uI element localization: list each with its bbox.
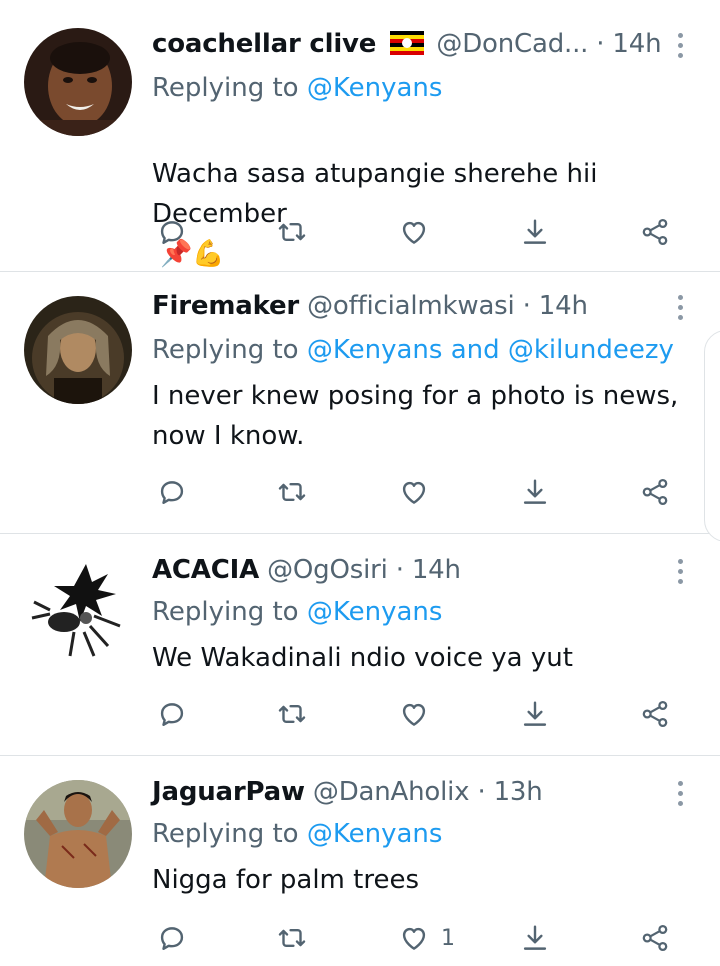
timestamp[interactable]: · 14h [396, 555, 461, 585]
timestamp[interactable]: · 14h [523, 291, 588, 321]
replying-to: Replying to @Kenyans [152, 71, 442, 105]
tweet-header: ACACIA @OgOsiri · 14h [152, 553, 461, 587]
share-icon [523, 925, 547, 950]
retweet-button[interactable] [275, 918, 309, 958]
reply-button[interactable] [155, 694, 189, 734]
tweet-header: JaguarPaw @DanAholix · 13h [152, 775, 543, 809]
replying-to: Replying to @Kenyans [152, 817, 442, 851]
replying-to: Replying to @Kenyans and @kilundeezy [152, 333, 674, 367]
action-bar [0, 472, 720, 512]
reply-icon [160, 703, 184, 726]
reply-icon [160, 927, 184, 950]
retweet-button[interactable] [275, 472, 309, 512]
timestamp[interactable]: · 13h [477, 777, 542, 807]
retweet-icon [278, 929, 306, 947]
reply-icon [160, 481, 184, 504]
share-button[interactable] [518, 918, 552, 958]
display-name[interactable]: coachellar clive [152, 29, 376, 59]
like-icon [402, 221, 426, 244]
like-button[interactable] [397, 212, 431, 252]
like-button[interactable] [397, 694, 431, 734]
avatar-image [24, 780, 132, 888]
more-icon[interactable] [676, 295, 684, 320]
handle[interactable]: @DanAholix [313, 777, 470, 807]
share-icon [523, 701, 547, 726]
reply-button[interactable] [155, 918, 189, 958]
mention-link[interactable]: @Kenyans [307, 597, 443, 627]
display-name[interactable]: Firemaker [152, 291, 299, 321]
replying-to-label: Replying to [152, 819, 307, 849]
avatar[interactable] [24, 28, 132, 136]
timestamp[interactable]: · 14h [596, 29, 661, 59]
replying-to-label: Replying to [152, 335, 307, 365]
share-icon [523, 219, 547, 244]
tweet[interactable]: JaguarPaw @DanAholix · 13h Replying to @… [0, 756, 720, 966]
retweet-icon [278, 705, 306, 723]
tweet-header: coachellar clive @DonCad... · 14h [152, 27, 662, 64]
handle[interactable]: @DonCad... [436, 29, 588, 59]
share-button[interactable] [518, 694, 552, 734]
replying-to: Replying to @Kenyans [152, 595, 442, 629]
scroll-edge-panel [704, 330, 720, 542]
mention-link[interactable]: @Kenyans [307, 73, 443, 103]
tweet[interactable]: Firemaker @officialmkwasi · 14h Replying… [0, 272, 720, 534]
tweet[interactable]: coachellar clive @DonCad... · 14h Replyi… [0, 0, 720, 272]
mention-link[interactable]: @Kenyans [307, 819, 443, 849]
more-icon[interactable] [676, 559, 684, 584]
share-button[interactable] [518, 472, 552, 512]
tweet[interactable]: ACACIA @OgOsiri · 14h Replying to @Kenya… [0, 534, 720, 756]
replying-to-label: Replying to [152, 597, 307, 627]
tweet-text: We Wakadinali ndio voice ya yut [152, 643, 573, 673]
retweet-button[interactable] [275, 212, 309, 252]
avatar-image [24, 296, 132, 404]
handle[interactable]: @OgOsiri [267, 555, 388, 585]
display-name[interactable]: JaguarPaw [152, 777, 305, 807]
like-button[interactable] [397, 472, 431, 512]
mention-link[interactable]: @Kenyans and @kilundeezy [307, 335, 674, 365]
reply-button[interactable] [155, 472, 189, 512]
share-network-icon [642, 700, 668, 728]
share-network-icon [642, 478, 668, 506]
more-icon[interactable] [676, 781, 684, 806]
share-network-button[interactable] [638, 212, 672, 252]
tweet-text: Nigga for palm trees [152, 865, 419, 895]
avatar-image [24, 556, 132, 664]
handle[interactable]: @officialmkwasi [307, 291, 515, 321]
tweet-text: I never knew posing for a photo is news,… [152, 381, 679, 451]
retweet-icon [278, 483, 306, 501]
like-icon [402, 481, 426, 504]
action-bar [0, 694, 720, 734]
like-count: 1 [441, 925, 455, 951]
like-icon [402, 703, 426, 726]
more-icon[interactable] [676, 33, 684, 58]
share-network-button[interactable] [638, 918, 672, 958]
share-network-icon [642, 924, 668, 952]
share-icon [523, 479, 547, 504]
action-bar: 1 [0, 918, 720, 958]
like-icon [402, 927, 426, 950]
reply-button[interactable] [155, 212, 189, 252]
avatar[interactable] [24, 556, 132, 664]
avatar[interactable] [24, 296, 132, 404]
avatar-image [24, 28, 132, 136]
retweet-icon [278, 223, 306, 241]
retweet-button[interactable] [275, 694, 309, 734]
uganda-flag-icon [390, 30, 425, 64]
avatar[interactable] [24, 780, 132, 888]
share-network-button[interactable] [638, 694, 672, 734]
action-bar [0, 212, 720, 252]
tweet-header: Firemaker @officialmkwasi · 14h [152, 289, 588, 323]
share-button[interactable] [518, 212, 552, 252]
like-button[interactable]: 1 [397, 918, 455, 958]
display-name[interactable]: ACACIA [152, 555, 259, 585]
share-network-icon [642, 218, 668, 246]
replying-to-label: Replying to [152, 73, 307, 103]
reply-icon [160, 221, 184, 244]
share-network-button[interactable] [638, 472, 672, 512]
